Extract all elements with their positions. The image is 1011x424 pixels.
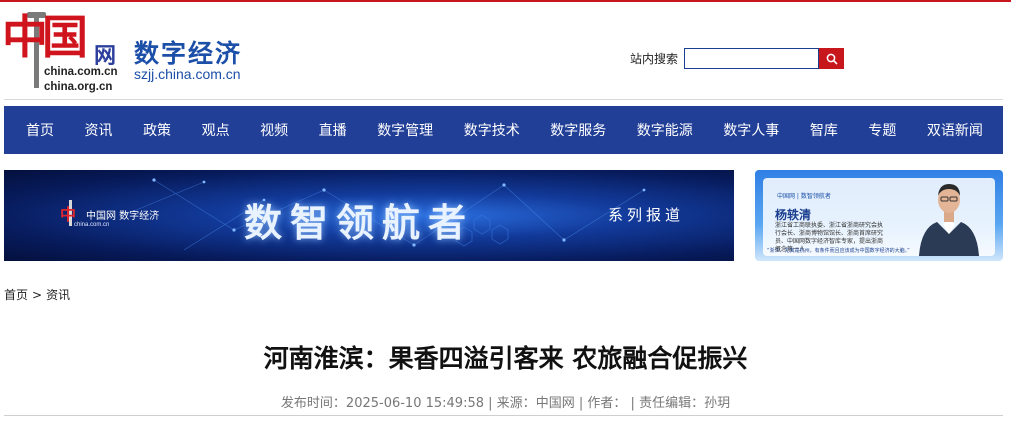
breadcrumb-separator: > bbox=[32, 288, 43, 302]
banner-title: 数智领航者 bbox=[244, 201, 475, 245]
site-header: 中国 网 china.com.cn china.org.cn 数字经济 szjj… bbox=[0, 2, 1011, 100]
nav-item-home[interactable]: 首页 bbox=[26, 120, 54, 140]
nav-item-digital-services[interactable]: 数字服务 bbox=[550, 120, 606, 140]
logo-wordmark: 中国 bbox=[2, 10, 88, 64]
banner-logo: 中 中国网 数字经济 china.com.cn bbox=[60, 198, 159, 238]
breadcrumb-home[interactable]: 首页 bbox=[4, 288, 28, 302]
meta-separator: | bbox=[488, 396, 493, 411]
author-label: 作者： bbox=[587, 396, 627, 411]
nav-item-digital-technology[interactable]: 数字技术 bbox=[464, 120, 520, 140]
meta-separator: | bbox=[578, 396, 584, 411]
main-nav: 首页 资讯 政策 观点 视频 直播 数字管理 数字技术 数字服务 数字能源 数字… bbox=[4, 106, 1003, 154]
profile-name: 杨轶清 bbox=[775, 208, 812, 222]
series-banner[interactable]: 中 中国网 数字经济 china.com.cn 数智领航者 系列报道 bbox=[4, 170, 734, 261]
site-title[interactable]: 数字经济 bbox=[134, 34, 242, 70]
profile-banner[interactable]: 中国网 | 数智领航者 杨轶清 浙江省工商联执委、浙江省浙商研究会执行会长、浙商… bbox=[755, 170, 1003, 261]
profile-brand: 中国网 | 数智领航者 bbox=[777, 193, 831, 200]
nav-item-policy[interactable]: 政策 bbox=[143, 120, 171, 140]
editor-name: 孙玥 bbox=[704, 396, 731, 411]
nav-item-live[interactable]: 直播 bbox=[319, 120, 347, 140]
nav-item-video[interactable]: 视频 bbox=[260, 120, 288, 140]
editor-label: 责任编辑： bbox=[639, 396, 705, 411]
nav-item-bilingual-news[interactable]: 双语新闻 bbox=[927, 120, 983, 140]
nav-item-think-tank[interactable]: 智库 bbox=[810, 120, 838, 140]
source-label: 来源： bbox=[496, 396, 536, 411]
logo-domain-org: china.org.cn bbox=[44, 81, 113, 93]
article-meta: 发布时间：2025-06-10 15:49:58 | 来源：中国网 | 作者： … bbox=[0, 392, 1011, 411]
meta-divider bbox=[4, 415, 1003, 416]
site-domain: szjj.china.com.cn bbox=[134, 66, 241, 82]
nav-item-digital-personnel[interactable]: 数字人事 bbox=[723, 120, 779, 140]
search-label: 站内搜索 bbox=[630, 52, 679, 66]
source-name: 中国网 bbox=[535, 396, 575, 411]
publish-time: 2025-06-10 15:49:58 bbox=[345, 396, 484, 411]
nav-item-digital-energy[interactable]: 数字能源 bbox=[637, 120, 693, 140]
breadcrumb-current[interactable]: 资讯 bbox=[46, 288, 70, 302]
search-input[interactable] bbox=[684, 48, 819, 69]
banner-series-label: 系列报道 bbox=[608, 206, 685, 224]
breadcrumb: 首页 > 资讯 bbox=[4, 286, 70, 303]
person-portrait bbox=[919, 184, 979, 256]
profile-quote: “浙江、尤其是杭州，有条件而且应该成为中国数字经济的大脑。” bbox=[767, 248, 910, 254]
article-title: 河南淮滨：果香四溢引客来 农旅融合促振兴 bbox=[263, 344, 748, 373]
nav-item-news[interactable]: 资讯 bbox=[85, 120, 113, 140]
nav-item-special[interactable]: 专题 bbox=[868, 120, 896, 140]
banner-logo-text: 中国网 数字经济 bbox=[86, 211, 160, 222]
logo-domain-com: china.com.cn bbox=[44, 66, 118, 78]
header-divider bbox=[4, 99, 1003, 100]
publish-time-label: 发布时间： bbox=[280, 396, 346, 411]
search-icon bbox=[826, 53, 838, 65]
search-button[interactable] bbox=[819, 48, 844, 69]
meta-separator: | bbox=[630, 396, 635, 411]
china-com-cn-logo[interactable]: 中国 网 china.com.cn china.org.cn bbox=[2, 10, 130, 94]
banner-logo-domain: china.com.cn bbox=[74, 222, 110, 228]
nav-item-digital-management[interactable]: 数字管理 bbox=[377, 120, 433, 140]
nav-item-opinion[interactable]: 观点 bbox=[202, 120, 230, 140]
